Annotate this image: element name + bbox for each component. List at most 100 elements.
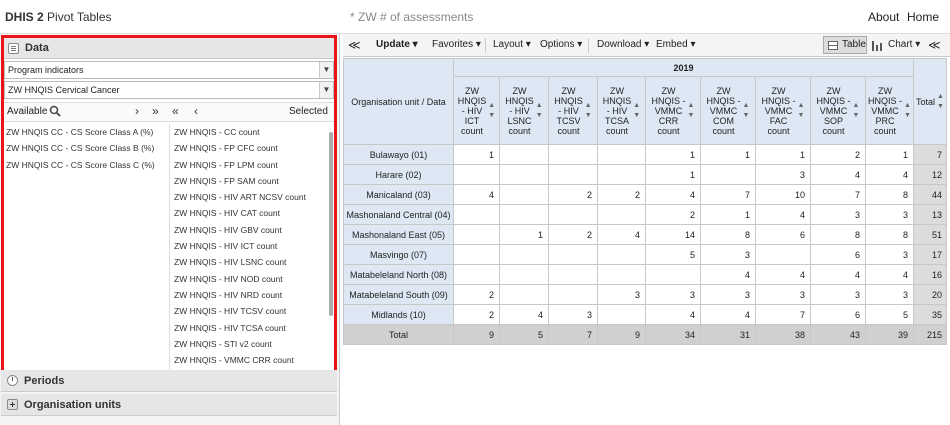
table-cell[interactable]: 8	[865, 184, 914, 205]
table-cell[interactable]	[755, 244, 811, 265]
table-cell[interactable]	[548, 264, 598, 285]
table-cell[interactable]: 2	[597, 184, 646, 205]
table-cell[interactable]: 2	[645, 204, 701, 225]
table-cell[interactable]	[597, 304, 646, 325]
table-cell[interactable]: 1	[499, 224, 549, 245]
embed-menu[interactable]: Embed ▾	[656, 39, 696, 50]
sort-icon[interactable]: ▲ ▼	[633, 101, 640, 121]
table-cell[interactable]: 6	[810, 304, 866, 325]
column-header[interactable]: ZW HNQIS - VMMC CRR count ▲ ▼	[645, 76, 701, 145]
column-header[interactable]: ZW HNQIS - HIV LSNC count ▲ ▼	[499, 76, 549, 145]
list-item[interactable]: ZW HNQIS - HIV NOD count	[174, 271, 329, 287]
table-cell[interactable]	[453, 264, 500, 285]
table-cell[interactable]: 9	[597, 324, 646, 345]
table-cell[interactable]	[499, 184, 549, 205]
table-cell[interactable]: 10	[755, 184, 811, 205]
column-header[interactable]: ZW HNQIS - HIV TCSV count ▲ ▼	[548, 76, 598, 145]
row-total-cell[interactable]: 51	[913, 224, 947, 245]
table-cell[interactable]: 8	[700, 224, 756, 245]
sort-icon[interactable]: ▲ ▼	[798, 101, 805, 121]
row-total-cell[interactable]: 16	[913, 264, 947, 285]
table-cell[interactable]: 3	[755, 164, 811, 185]
column-header[interactable]: ZW HNQIS - VMMC PRC count ▲ ▼	[865, 76, 914, 145]
table-cell[interactable]	[645, 264, 701, 285]
deselect-all-button[interactable]: «	[172, 104, 179, 118]
table-cell[interactable]: 4	[645, 184, 701, 205]
select-all-button[interactable]: »	[152, 104, 159, 118]
list-item[interactable]: ZW HNQIS - CC count	[174, 124, 329, 140]
table-cell[interactable]: 1	[700, 144, 756, 165]
update-button[interactable]: Update ▾	[376, 39, 418, 50]
table-cell[interactable]: 4	[700, 304, 756, 325]
row-total-cell[interactable]: 44	[913, 184, 947, 205]
table-cell[interactable]: 34	[645, 324, 701, 345]
column-header[interactable]: ZW HNQIS - HIV TCSA count ▲ ▼	[597, 76, 646, 145]
table-button[interactable]: Table	[823, 36, 867, 54]
table-cell[interactable]: 3	[645, 284, 701, 305]
row-total-cell[interactable]: 7	[913, 144, 947, 165]
list-item[interactable]: ZW HNQIS - HIV TCSV count	[174, 303, 329, 319]
row-total-cell[interactable]: 12	[913, 164, 947, 185]
options-menu[interactable]: Options ▾	[540, 39, 582, 50]
sort-icon[interactable]: ▲ ▼	[904, 101, 911, 121]
table-cell[interactable]	[597, 164, 646, 185]
table-cell[interactable]: 3	[865, 204, 914, 225]
about-link[interactable]: About	[868, 10, 899, 24]
row-total-cell[interactable]: 17	[913, 244, 947, 265]
table-cell[interactable]: 2	[453, 304, 500, 325]
sort-icon[interactable]: ▲ ▼	[536, 101, 543, 121]
table-cell[interactable]	[499, 204, 549, 225]
table-cell[interactable]	[453, 164, 500, 185]
table-cell[interactable]: 3	[548, 304, 598, 325]
table-cell[interactable]	[499, 244, 549, 265]
table-cell[interactable]: 4	[597, 224, 646, 245]
table-cell[interactable]: 38	[755, 324, 811, 345]
table-cell[interactable]	[453, 224, 500, 245]
list-item[interactable]: ZW HNQIS - HIV GBV count	[174, 222, 329, 238]
table-cell[interactable]	[597, 244, 646, 265]
program-select[interactable]: ZW HNQIS Cervical Cancer ▼	[4, 81, 334, 99]
table-cell[interactable]	[499, 264, 549, 285]
table-cell[interactable]: 3	[700, 284, 756, 305]
sort-icon[interactable]: ▲ ▼	[743, 101, 750, 121]
table-cell[interactable]: 43	[810, 324, 866, 345]
table-cell[interactable]: 4	[453, 184, 500, 205]
column-header[interactable]: ZW HNQIS - VMMC COM count ▲ ▼	[700, 76, 756, 145]
table-cell[interactable]: 5	[499, 324, 549, 345]
sort-icon[interactable]: ▲ ▼	[488, 101, 495, 121]
table-cell[interactable]	[548, 284, 598, 305]
table-cell[interactable]	[548, 164, 598, 185]
row-total-cell[interactable]: 35	[913, 304, 947, 325]
table-cell[interactable]: 4	[810, 164, 866, 185]
table-cell[interactable]: 8	[865, 224, 914, 245]
sort-icon[interactable]: ▲ ▼	[853, 101, 860, 121]
table-cell[interactable]: 7	[755, 304, 811, 325]
table-cell[interactable]	[499, 164, 549, 185]
table-cell[interactable]: 5	[645, 244, 701, 265]
table-cell[interactable]: 2	[453, 284, 500, 305]
list-item[interactable]: ZW HNQIS - FP SAM count	[174, 173, 329, 189]
table-cell[interactable]: 39	[865, 324, 914, 345]
table-cell[interactable]: 2	[548, 184, 598, 205]
table-cell[interactable]: 3	[810, 204, 866, 225]
table-cell[interactable]	[499, 144, 549, 165]
table-cell[interactable]: 9	[453, 324, 500, 345]
list-item[interactable]: ZW HNQIS - FP CFC count	[174, 140, 329, 156]
list-item[interactable]: ZW HNQIS - HIV ICT count	[174, 238, 329, 254]
table-cell[interactable]	[597, 264, 646, 285]
table-cell[interactable]: 1	[865, 144, 914, 165]
column-header[interactable]: ZW HNQIS - VMMC SOP count ▲ ▼	[810, 76, 866, 145]
table-cell[interactable]: 3	[755, 284, 811, 305]
table-cell[interactable]: 7	[810, 184, 866, 205]
collapse-left-icon[interactable]: ≪	[348, 38, 361, 52]
table-cell[interactable]: 1	[453, 144, 500, 165]
table-cell[interactable]: 8	[810, 224, 866, 245]
selected-list-scrollbar[interactable]	[329, 132, 333, 316]
list-item[interactable]: ZW HNQIS - HIV ART NCSV count	[174, 189, 329, 205]
chevron-down-icon[interactable]: ▼	[319, 82, 333, 98]
table-cell[interactable]: 6	[810, 244, 866, 265]
table-cell[interactable]: 4	[645, 304, 701, 325]
column-header[interactable]: ZW HNQIS - VMMC FAC count ▲ ▼	[755, 76, 811, 145]
periods-section[interactable]: Periods	[1, 370, 337, 392]
row-total-cell[interactable]: 215	[913, 324, 947, 345]
